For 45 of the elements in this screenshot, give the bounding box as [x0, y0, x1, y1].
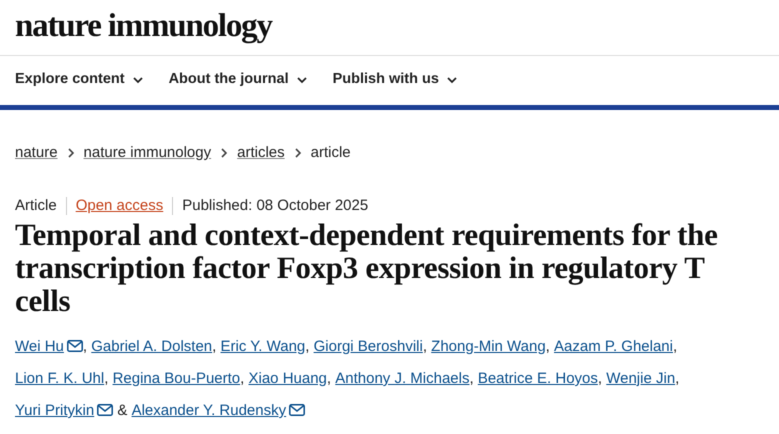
comma-separator: , — [82, 338, 88, 355]
author-link[interactable]: Alexander Y. Rudensky — [132, 402, 286, 419]
article-title: Temporal and context-dependent requirements for the transcription factor Foxp3 expression in regulatory T cells — [15, 218, 719, 317]
author-link[interactable]: Wei Hu — [15, 338, 64, 355]
comma-separator: , — [305, 338, 310, 355]
author-link[interactable]: Lion F. K. Uhl — [15, 370, 104, 387]
author-link[interactable]: Anthony J. Michaels — [335, 370, 470, 387]
comma-separator: , — [240, 370, 244, 387]
nav-menu-button[interactable]: Publish with us — [332, 69, 457, 91]
comma-separator: , — [675, 370, 680, 387]
email-icon — [66, 340, 83, 352]
email-icon — [97, 404, 114, 416]
publication-date: Published: 08 October 2025 — [172, 197, 378, 215]
author-link[interactable]: Aazam P. Ghelani — [554, 338, 673, 355]
comma-separator: , — [672, 338, 678, 355]
comma-separator: , — [469, 370, 474, 387]
comma-separator: , — [546, 338, 550, 355]
open-access-link[interactable]: Open access — [66, 197, 172, 215]
nav-menu-button[interactable]: Explore content — [15, 69, 143, 91]
logo[interactable]: nature immunology — [15, 10, 272, 43]
comma-separator: , — [598, 370, 602, 387]
email-icon — [289, 404, 306, 416]
breadcrumb-link[interactable]: articles — [237, 142, 285, 164]
comma-separator: , — [212, 338, 216, 355]
nav-menu-button[interactable]: About the journal — [168, 69, 307, 91]
ampersand-separator: & — [117, 402, 128, 419]
comma-separator: , — [422, 338, 427, 355]
breadcrumb-link[interactable]: nature — [15, 142, 58, 164]
author-link[interactable]: Beatrice E. Hoyos — [478, 370, 598, 387]
author-link[interactable]: Giorgi Beroshvili — [314, 338, 423, 355]
author-link[interactable]: Eric Y. Wang — [220, 338, 306, 355]
author-link[interactable]: Yuri Pritykin — [15, 402, 94, 419]
breadcrumb-current: article — [310, 142, 351, 162]
author-link[interactable]: Wenjie Jin — [606, 370, 676, 387]
breadcrumb-link[interactable]: nature immunology — [84, 142, 212, 164]
chevron-right-icon — [221, 148, 228, 158]
author-link[interactable]: Xiao Huang — [248, 370, 327, 387]
article-type: Article — [15, 197, 58, 215]
author-link[interactable]: Gabriel A. Dolsten — [91, 338, 212, 355]
comma-separator: , — [326, 370, 332, 387]
chevron-right-icon — [68, 148, 74, 158]
comma-separator: , — [104, 370, 108, 387]
author-link[interactable]: Regina Bou-Puerto — [112, 370, 240, 387]
chevron-right-icon — [294, 148, 301, 158]
author-link[interactable]: Zhong-Min Wang — [431, 338, 546, 355]
